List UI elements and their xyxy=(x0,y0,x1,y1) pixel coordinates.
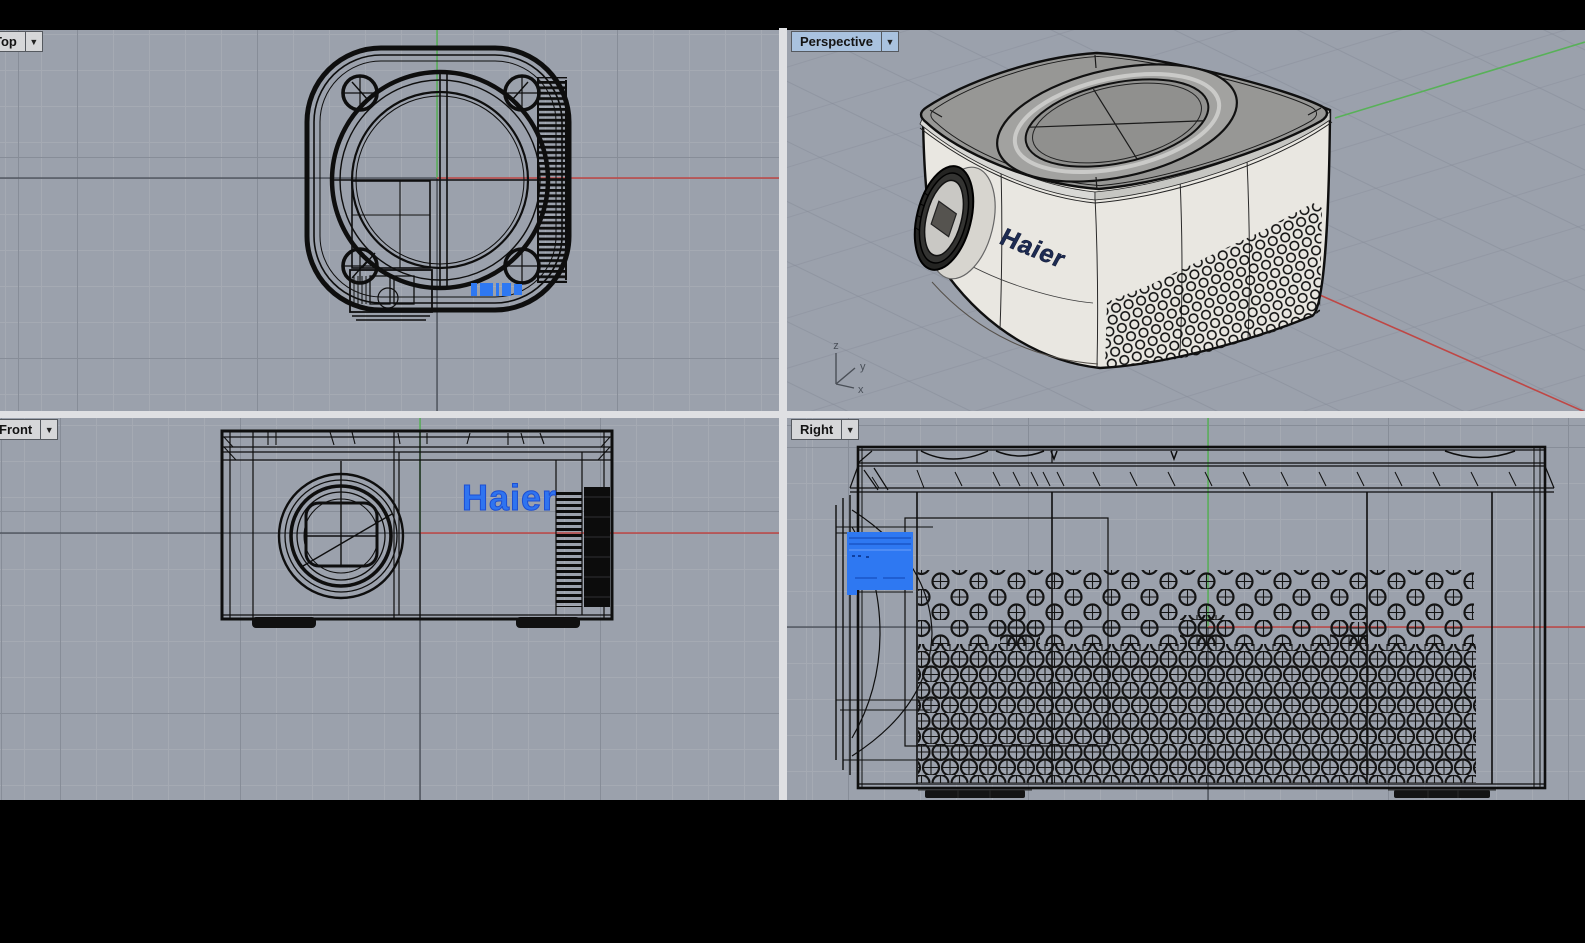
axis-gizmo: z y x xyxy=(833,340,866,396)
bottom-black-bar xyxy=(0,800,1585,943)
viewport-label-top[interactable]: Top ▼ xyxy=(0,31,43,52)
model-shaded-perspective: Haier xyxy=(905,45,1332,368)
lens-front xyxy=(279,461,403,598)
chevron-down-icon: ▼ xyxy=(45,425,54,435)
perforations-dense xyxy=(918,644,1476,783)
viewport-splitter-horizontal[interactable] xyxy=(0,411,1585,418)
viewport-label-perspective[interactable]: Perspective ▼ xyxy=(791,31,899,52)
viewport-title[interactable]: Front xyxy=(0,419,41,440)
axis-y-perspective xyxy=(1335,42,1585,118)
viewport-canvas-front[interactable]: Haier xyxy=(0,418,779,800)
gizmo-z-label: z xyxy=(833,340,839,352)
viewport-menu-arrow[interactable]: ▼ xyxy=(882,31,899,52)
viewport-perspective[interactable]: Haier z y x Perspective ▼ xyxy=(787,30,1585,411)
gizmo-x-label: x xyxy=(858,384,864,396)
viewport-canvas-top[interactable] xyxy=(0,30,779,411)
cad-app-window: Top ▼ xyxy=(0,0,1585,943)
axis-lines-front xyxy=(0,418,779,800)
viewport-label-front[interactable]: Front ▼ xyxy=(0,419,58,440)
chevron-down-icon: ▼ xyxy=(886,37,895,47)
viewport-top[interactable]: Top ▼ xyxy=(0,30,779,411)
model-wireframe-top xyxy=(307,48,569,320)
viewport-title[interactable]: Right xyxy=(791,419,842,440)
viewport-label-right[interactable]: Right ▼ xyxy=(791,419,859,440)
gizmo-y-label: y xyxy=(860,361,866,373)
top-black-bar xyxy=(0,0,1585,30)
selected-object-right[interactable] xyxy=(847,532,913,595)
viewport-menu-arrow[interactable]: ▼ xyxy=(26,31,43,52)
viewport-front[interactable]: Haier Front ▼ xyxy=(0,418,779,800)
selected-object-top[interactable] xyxy=(471,283,522,296)
chevron-down-icon: ▼ xyxy=(29,37,38,47)
viewport-menu-arrow[interactable]: ▼ xyxy=(41,419,58,440)
viewport-canvas-right[interactable] xyxy=(787,418,1585,800)
viewport-canvas-perspective[interactable]: Haier z y x xyxy=(787,30,1585,411)
chevron-down-icon: ▼ xyxy=(846,425,855,435)
viewport-title[interactable]: Top xyxy=(0,31,26,52)
model-wireframe-front xyxy=(222,431,612,628)
brand-logo-front-selected[interactable]: Haier xyxy=(462,477,557,518)
viewport-right[interactable]: Right ▼ xyxy=(787,418,1585,800)
vent-front xyxy=(556,487,610,607)
viewport-menu-arrow[interactable]: ▼ xyxy=(842,419,859,440)
viewport-title[interactable]: Perspective xyxy=(791,31,882,52)
model-wireframe-right xyxy=(836,447,1554,798)
axis-lines-top xyxy=(0,30,779,411)
